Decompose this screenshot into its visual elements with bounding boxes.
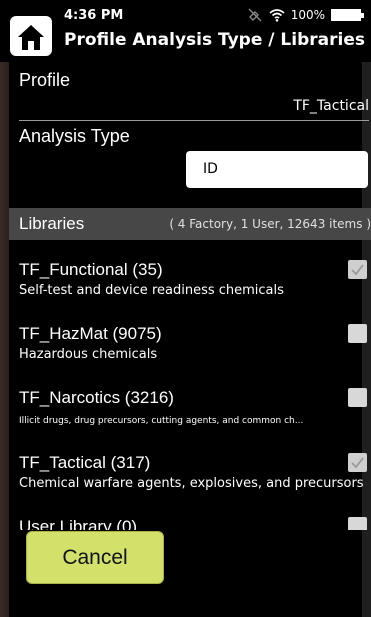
wifi-icon xyxy=(269,8,285,22)
app-screen: 4:36 PM 100% Profile Analysis Type / Lib… xyxy=(0,0,371,617)
library-description: Self-test and device readiness chemicals xyxy=(19,283,284,298)
libraries-section-header: Libraries ( 4 Factory, 1 User, 12643 ite… xyxy=(9,208,371,240)
profile-value[interactable]: TF_Tactical xyxy=(293,98,369,114)
library-checkbox[interactable] xyxy=(348,324,367,343)
home-button[interactable] xyxy=(10,16,52,56)
profile-field-underline xyxy=(19,120,369,121)
library-description: Chemical warfare agents, explosives, and… xyxy=(19,476,364,491)
library-description: Illicit drugs, drug precursors, cutting … xyxy=(19,416,304,426)
check-icon xyxy=(351,264,364,276)
library-name: TF_Functional (35) xyxy=(19,260,163,279)
libraries-summary: ( 4 Factory, 1 User, 12643 items ) xyxy=(169,217,371,231)
analysis-type-label: Analysis Type xyxy=(19,126,130,146)
library-item[interactable]: TF_Narcotics (3216) Illicit drugs, drug … xyxy=(9,378,371,438)
library-description: Hazardous chemicals xyxy=(19,347,158,362)
profile-label: Profile xyxy=(19,70,71,90)
analysis-type-field[interactable]: ID xyxy=(186,151,368,188)
library-checkbox[interactable] xyxy=(348,517,367,530)
status-time: 4:36 PM xyxy=(64,8,124,23)
cancel-button[interactable]: Cancel xyxy=(26,531,164,584)
battery-icon xyxy=(331,9,364,21)
library-checkbox[interactable] xyxy=(348,388,367,407)
header-bar: 4:36 PM 100% Profile Analysis Type / Lib… xyxy=(0,0,371,62)
library-name: TF_Narcotics (3216) xyxy=(19,388,174,407)
library-item[interactable]: User Library (0) xyxy=(9,507,371,530)
satellite-off-icon xyxy=(247,7,263,23)
library-checkbox[interactable] xyxy=(348,260,367,279)
libraries-title: Libraries xyxy=(19,214,85,233)
library-item[interactable]: TF_Tactical (317) Chemical warfare agent… xyxy=(9,443,371,503)
page-title: Profile Analysis Type / Libraries xyxy=(64,30,365,50)
status-icons: 100% xyxy=(247,7,364,23)
library-list: TF_Functional (35) Self-test and device … xyxy=(9,250,371,530)
library-checkbox[interactable] xyxy=(348,453,367,472)
library-name: TF_Tactical (317) xyxy=(19,453,151,472)
check-icon xyxy=(351,457,364,469)
library-item[interactable]: TF_HazMat (9075) Hazardous chemicals xyxy=(9,314,371,374)
library-name: User Library (0) xyxy=(19,517,138,530)
home-icon xyxy=(18,25,44,50)
battery-percent: 100% xyxy=(290,8,325,22)
library-name: TF_HazMat (9075) xyxy=(19,324,162,343)
library-item[interactable]: TF_Functional (35) Self-test and device … xyxy=(9,250,371,310)
